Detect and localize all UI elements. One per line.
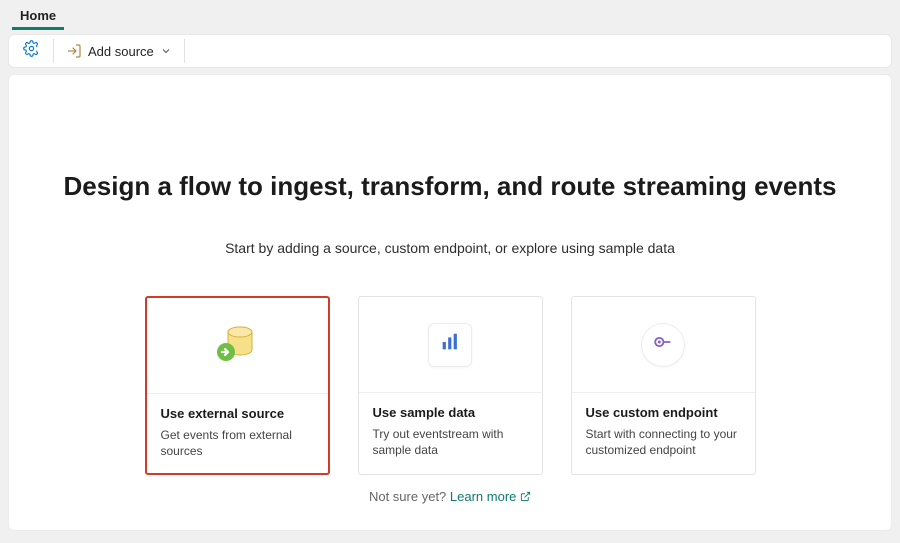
card-description: Try out eventstream with sample data [373,426,528,458]
card-description: Start with connecting to your customized… [586,426,741,458]
divider [53,39,54,63]
card-title: Use external source [161,406,314,421]
card-custom-endpoint[interactable]: Use custom endpoint Start with connectin… [571,296,756,475]
gear-icon [23,40,40,62]
add-source-label: Add source [88,44,154,59]
divider [184,39,185,63]
footer-help: Not sure yet? Learn more [9,489,891,504]
card-illustration [147,298,328,394]
card-illustration [572,297,755,393]
page-title: Design a flow to ingest, transform, and … [9,171,891,202]
card-description: Get events from external sources [161,427,314,459]
learn-more-link[interactable]: Learn more [450,489,531,504]
main-content: Design a flow to ingest, transform, and … [8,74,892,531]
card-sample-data[interactable]: Use sample data Try out eventstream with… [358,296,543,475]
database-arrow-icon [210,316,264,375]
chevron-down-icon [160,45,172,57]
tab-home[interactable]: Home [12,2,64,30]
card-illustration [359,297,542,393]
toolbar: Add source [8,34,892,68]
cards-row: Use external source Get events from exte… [9,296,891,475]
card-title: Use custom endpoint [586,405,741,420]
add-source-button[interactable]: Add source [62,43,176,59]
card-title: Use sample data [373,405,528,420]
add-source-icon [66,43,82,59]
bar-chart-icon [439,331,461,358]
footer-prefix: Not sure yet? [369,489,450,504]
tab-strip: Home [0,0,900,30]
settings-button[interactable] [17,37,45,65]
page-subtitle: Start by adding a source, custom endpoin… [9,240,891,256]
external-link-icon [520,489,531,504]
card-external-source[interactable]: Use external source Get events from exte… [145,296,330,475]
endpoint-icon [652,331,674,358]
